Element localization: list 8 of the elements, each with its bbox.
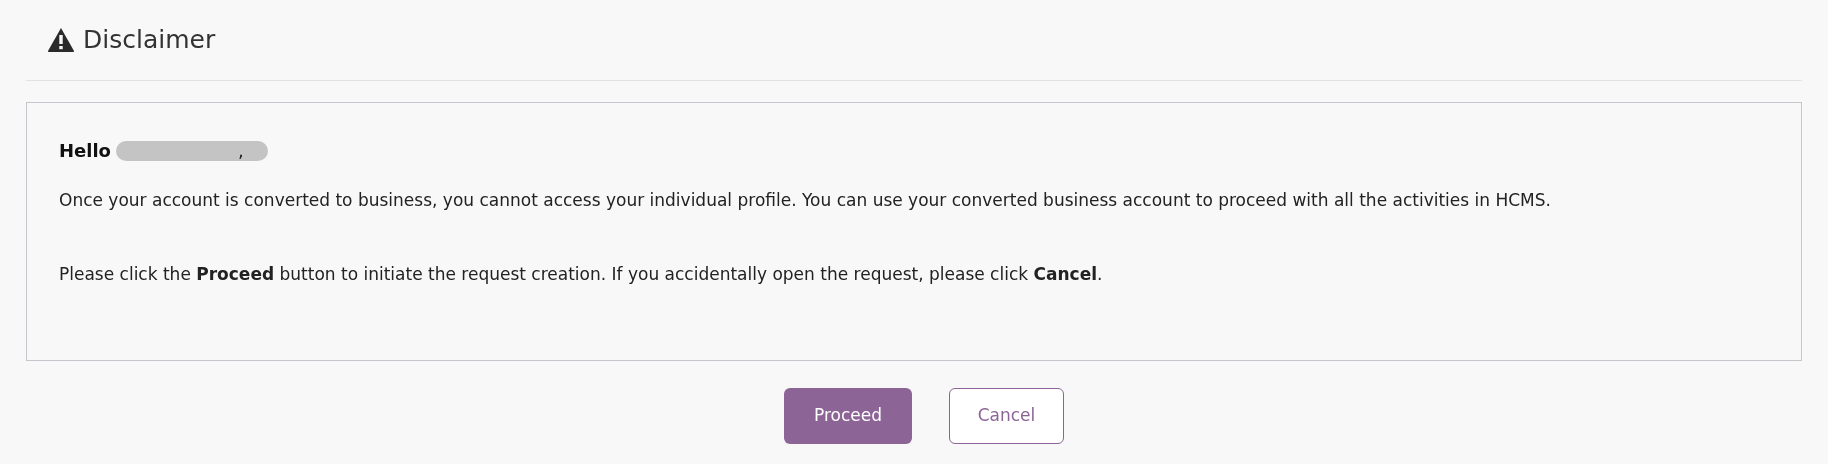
warning-icon: [47, 27, 75, 53]
dialog-title: Disclaimer: [83, 24, 216, 57]
message-paragraph: Once your account is converted to business, you cannot access your individual profile. You can use your converted business account to proceed with all the activities in HCMS.: [59, 189, 1552, 212]
greeting-comma: ,: [238, 139, 244, 163]
proceed-button[interactable]: Proceed: [784, 388, 912, 444]
message-paragraph: Please click the Proceed button to initiate the request creation. If you accidentally open the request, please click Cancel.: [59, 263, 1104, 286]
greeting-text: Hello: [59, 139, 111, 163]
cancel-button[interactable]: Cancel: [949, 388, 1064, 444]
